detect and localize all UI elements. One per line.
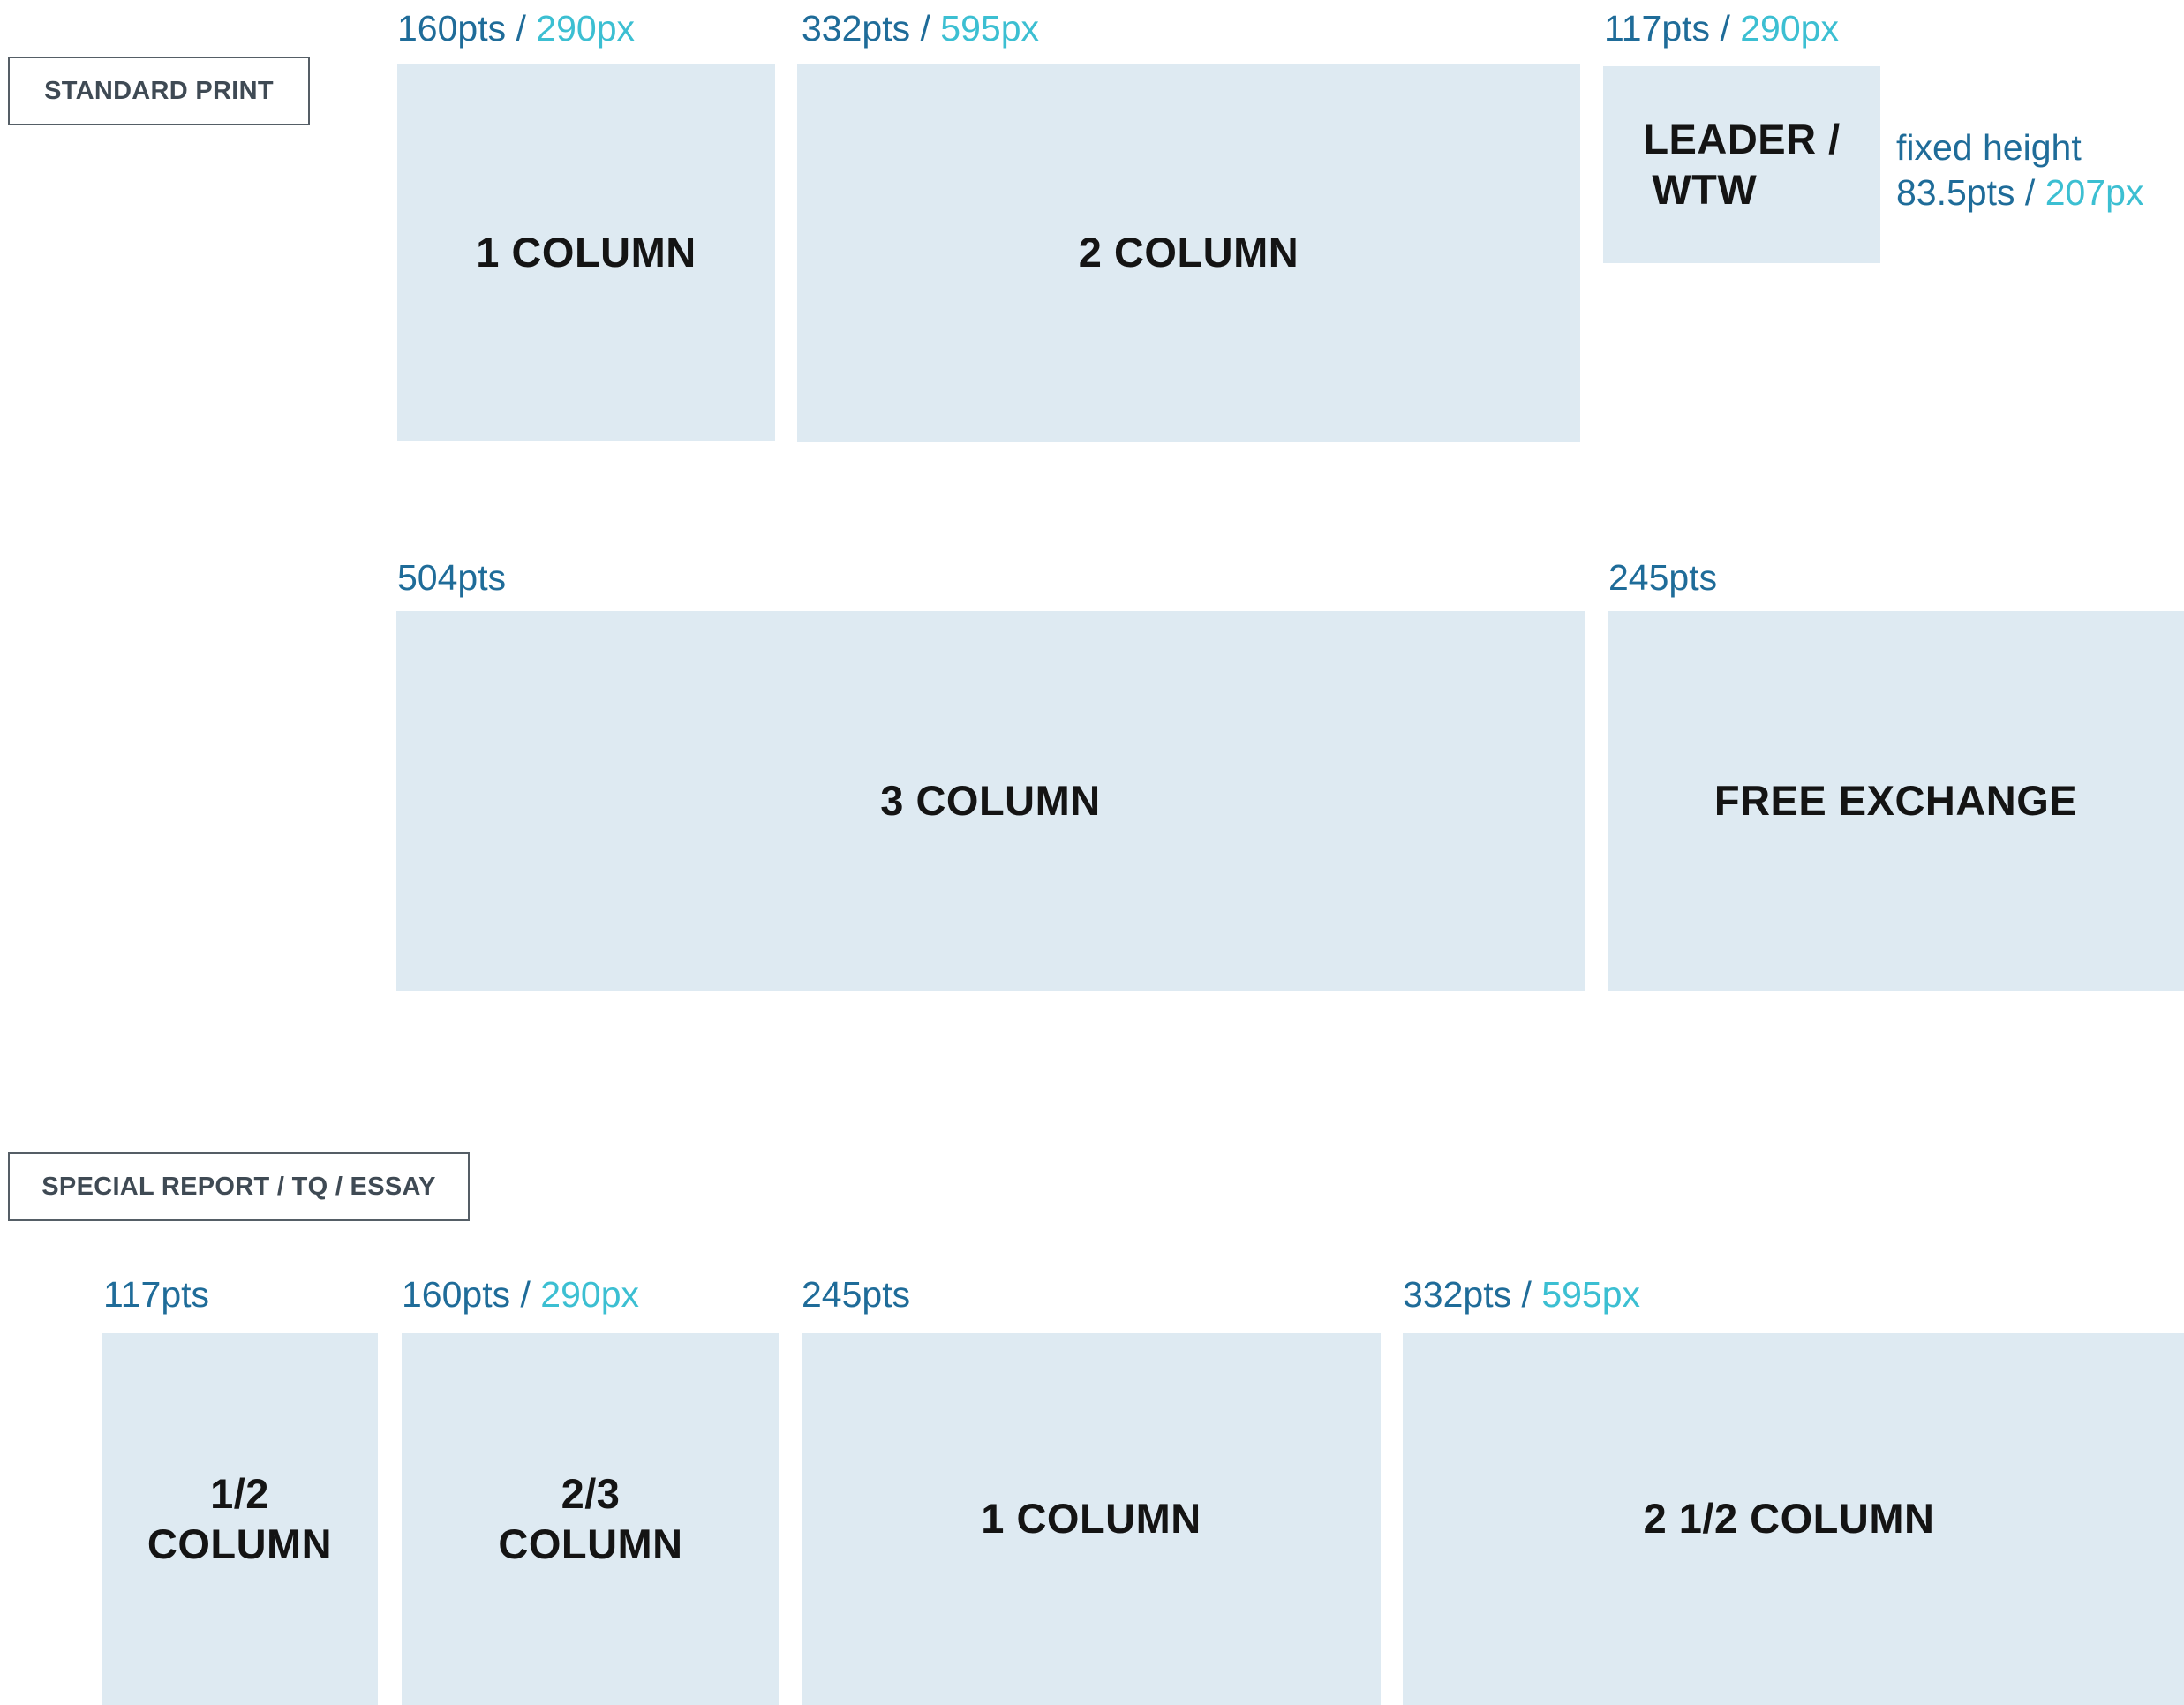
- box-label-line2: WTW: [1652, 165, 1758, 213]
- box-label: 2 COLUMN: [1078, 229, 1299, 276]
- box-label-line1: 2/3: [561, 1470, 621, 1518]
- dimension-pts: 504pts: [397, 557, 507, 598]
- dimension-pts: 117pts: [1604, 8, 1711, 49]
- dimension-separator: /: [510, 1274, 541, 1315]
- box-label-line1: LEADER /: [1643, 116, 1841, 163]
- dimension-label-two-thirds-column: 160pts / 290px: [402, 1277, 639, 1313]
- layout-box-3-column: 3 COLUMN: [396, 611, 1585, 991]
- dimension-pts: 332pts: [802, 8, 911, 49]
- section-tag-label: SPECIAL REPORT / TQ / ESSAY: [41, 1172, 436, 1201]
- fixed-height-note: fixed height 83.5pts / 207px: [1896, 125, 2143, 216]
- box-label-line1: 1/2: [210, 1470, 269, 1518]
- box-label: 1/2 COLUMN: [147, 1469, 332, 1569]
- section-tag-standard-print: STANDARD PRINT: [8, 57, 310, 125]
- dimension-px: 595px: [940, 8, 1040, 49]
- box-label: 1 COLUMN: [981, 1495, 1201, 1543]
- layout-box-leader-wtw: LEADER / WTW: [1603, 66, 1880, 263]
- section-tag-special-report: SPECIAL REPORT / TQ / ESSAY: [8, 1152, 470, 1221]
- dimension-label-half-column: 117pts: [103, 1277, 209, 1313]
- dimension-pts: 160pts: [402, 1274, 511, 1315]
- box-label: FREE EXCHANGE: [1713, 776, 2078, 824]
- dimension-separator: /: [910, 8, 941, 49]
- dimension-label-free-exchange: 245pts: [1608, 560, 1717, 596]
- box-label-line2: COLUMN: [498, 1520, 683, 1567]
- fixed-height-px: 207px: [2045, 172, 2144, 214]
- box-label: 2 1/2 COLUMN: [1643, 1495, 1935, 1543]
- box-label: LEADER / WTW: [1643, 115, 1840, 215]
- fixed-height-separator: /: [2015, 172, 2045, 214]
- layout-box-two-thirds-column: 2/3 COLUMN: [402, 1333, 779, 1705]
- dimension-px: 290px: [1740, 8, 1839, 49]
- dimension-px: 290px: [540, 1274, 640, 1315]
- dimension-label-3-column: 504pts: [397, 560, 506, 596]
- box-label-line2: COLUMN: [147, 1520, 333, 1567]
- dimension-label-2-column: 332pts / 595px: [802, 11, 1039, 47]
- dimension-pts: 245pts: [802, 1274, 911, 1315]
- layout-box-1-column-special: 1 COLUMN: [802, 1333, 1381, 1705]
- box-label: 1 COLUMN: [476, 228, 697, 275]
- dimension-label-two-and-half-column: 332pts / 595px: [1403, 1277, 1640, 1313]
- dimension-pts: 117pts: [103, 1274, 210, 1315]
- fixed-height-line1: fixed height: [1896, 127, 2082, 168]
- layout-box-half-column: 1/2 COLUMN: [102, 1333, 378, 1705]
- dimension-separator: /: [506, 8, 537, 49]
- dimension-pts: 160pts: [397, 8, 507, 49]
- section-tag-label: STANDARD PRINT: [44, 76, 274, 105]
- layout-box-free-exchange: FREE EXCHANGE: [1608, 611, 2184, 991]
- layout-box-1-column: 1 COLUMN: [397, 64, 775, 441]
- dimension-pts: 245pts: [1608, 557, 1718, 598]
- dimension-label-1-column: 160pts / 290px: [397, 11, 635, 47]
- dimension-label-1-column-special: 245pts: [802, 1277, 910, 1313]
- layout-box-2-column: 2 COLUMN: [797, 64, 1580, 442]
- box-label: 2/3 COLUMN: [498, 1469, 682, 1569]
- dimension-px: 595px: [1541, 1274, 1641, 1315]
- dimension-pts: 332pts: [1403, 1274, 1512, 1315]
- dimension-px: 290px: [536, 8, 636, 49]
- dimension-separator: /: [1511, 1274, 1542, 1315]
- dimension-label-leader: 117pts / 290px: [1604, 11, 1839, 47]
- box-label: 3 COLUMN: [880, 776, 1101, 824]
- layout-box-two-and-half-column: 2 1/2 COLUMN: [1403, 1333, 2184, 1705]
- dimension-separator: /: [1710, 8, 1741, 49]
- fixed-height-pts: 83.5pts: [1896, 172, 2015, 214]
